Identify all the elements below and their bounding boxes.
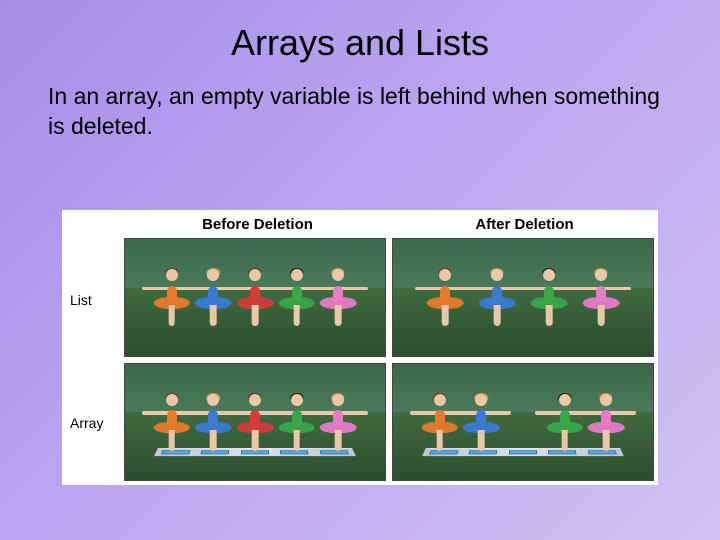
dancer-row: [151, 394, 359, 452]
col-header-after: After Deletion: [391, 216, 658, 238]
dancer-green: [548, 394, 581, 452]
dancer-red: [238, 269, 271, 327]
scene-list-before: [124, 238, 386, 357]
dancer-pink: [322, 394, 355, 452]
dancer-green: [532, 269, 565, 327]
col-header-before: Before Deletion: [124, 216, 391, 238]
dancer-pink: [590, 394, 623, 452]
dancer-red: [238, 394, 271, 452]
dancer-orange: [428, 269, 461, 327]
row-labels: List Array: [62, 238, 124, 485]
row-label-array: Array: [62, 362, 124, 486]
dancer-blue: [197, 394, 230, 452]
dancer-row: [419, 394, 627, 452]
dancer-pink: [584, 269, 617, 327]
scene-array-after: [392, 363, 654, 482]
scene-grid: [124, 238, 654, 481]
dancer-orange: [155, 394, 188, 452]
dancer-blue: [197, 269, 230, 327]
column-headers: Before Deletion After Deletion: [62, 216, 658, 238]
row-label-list: List: [62, 238, 124, 362]
scene-array-before: [124, 363, 386, 482]
figure: Before Deletion After Deletion List Arra…: [62, 210, 658, 485]
dancer-blue: [480, 269, 513, 327]
body-text: In an array, an empty variable is left b…: [0, 82, 720, 152]
dancer-orange: [155, 269, 188, 327]
dancer-row: [419, 269, 627, 327]
dancer-green: [280, 269, 313, 327]
dancer-row: [151, 269, 359, 327]
scene-list-after: [392, 238, 654, 357]
dancer-orange: [423, 394, 456, 452]
dancer-green: [280, 394, 313, 452]
dancer-pink: [322, 269, 355, 327]
dancer-blue: [465, 394, 498, 452]
page-title: Arrays and Lists: [0, 0, 720, 82]
